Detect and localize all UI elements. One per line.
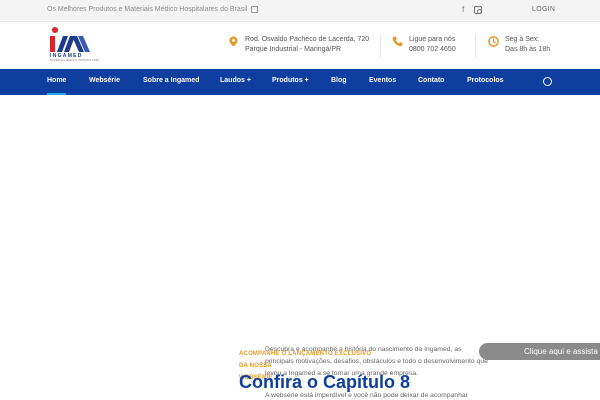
nav-item-eventos[interactable]: Eventos — [369, 69, 396, 95]
site-header: INGAMED MATERIAIS MÉDICO HOSPITALARES Ro… — [0, 22, 600, 69]
nav-item-webserie[interactable]: Websérie — [89, 69, 120, 95]
map-pin-icon — [229, 36, 238, 47]
top-bar: Os Melhores Produtos e Materiais Médico … — [0, 0, 600, 22]
nav-item-produtos[interactable]: Produtos + — [272, 69, 309, 95]
hours-value: Das 8h às 18h — [505, 46, 551, 53]
header-divider — [475, 34, 476, 58]
main-nav: Home Websérie Sobre a Ingamed Laudos + P… — [0, 69, 600, 95]
phone-block: Ligue para nós 0800 702 4650 — [392, 35, 456, 55]
watch-video-button[interactable]: Clique aqui e assista o — [479, 343, 600, 360]
login-link[interactable]: LOGIN — [532, 6, 555, 13]
header-divider — [380, 34, 381, 58]
search-icon[interactable] — [543, 77, 552, 86]
clock-icon — [488, 36, 499, 47]
phone-number[interactable]: 0800 702 4650 — [409, 45, 456, 55]
flag-icon — [251, 6, 259, 13]
phone-icon — [392, 36, 403, 47]
instagram-icon[interactable] — [474, 6, 483, 14]
hero-description-secondary: A websérie está imperdível e você não po… — [265, 392, 468, 399]
address-line1: Rod. Osvaldo Pacheco de Lacerda, 720 — [245, 36, 370, 43]
nav-item-blog[interactable]: Blog — [331, 69, 347, 95]
address-block: Rod. Osvaldo Pacheco de Lacerda, 720 Par… — [228, 35, 369, 55]
hours-label: Seg à Sex: — [505, 36, 540, 43]
ingamed-logo[interactable]: INGAMED MATERIAIS MÉDICO HOSPITALARES — [47, 27, 99, 65]
nav-item-home[interactable]: Home — [47, 69, 67, 95]
logo-dot — [52, 27, 58, 33]
nav-item-laudos[interactable]: Laudos + — [220, 69, 251, 95]
logo-mark-icon — [50, 36, 90, 52]
nav-item-sobre[interactable]: Sobre a Ingamed — [143, 69, 199, 95]
nav-item-protocolos[interactable]: Protocolos — [467, 69, 504, 95]
facebook-icon[interactable]: f — [462, 5, 464, 15]
phone-label: Ligue para nós — [409, 36, 456, 43]
address-line2: Parque Industrial - Maringá/PR — [245, 46, 342, 53]
hours-block: Seg à Sex: Das 8h às 18h — [488, 35, 550, 55]
logo-subtitle: MATERIAIS MÉDICO HOSPITALARES — [50, 59, 100, 62]
hero-headline: Confira o Capítulo 8 — [239, 372, 410, 392]
nav-item-contato[interactable]: Contato — [418, 69, 444, 95]
social-links: f — [462, 5, 483, 15]
site-tagline: Os Melhores Produtos e Materiais Médico … — [47, 6, 259, 13]
